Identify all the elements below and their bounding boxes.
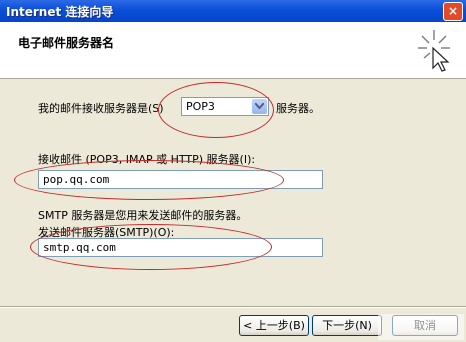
incoming-server-input[interactable]: pop.qq.com [38, 170, 323, 189]
incoming-server-value: pop.qq.com [43, 173, 110, 186]
incoming-server-type-select[interactable]: POP3 [181, 97, 269, 116]
smtp-note: SMTP 服务器是您用来发送邮件的服务器。 [38, 209, 248, 222]
combo-dropdown-button[interactable] [252, 99, 267, 114]
incoming-type-suffix: 服务器。 [276, 102, 320, 115]
next-button[interactable]: 下一步(N) [312, 315, 382, 336]
chevron-down-icon [255, 103, 264, 109]
window-title: Internet 连接向导 [6, 5, 114, 19]
page-title: 电子邮件服务器名 [18, 36, 115, 50]
outgoing-server-input[interactable]: smtp.qq.com [38, 238, 323, 257]
close-button[interactable]: × [443, 2, 463, 21]
watermark-overlay [378, 314, 464, 340]
incoming-type-label: 我的邮件接收服务器是(S) [38, 102, 164, 115]
back-button[interactable]: < 上一步(B) [239, 315, 309, 336]
outgoing-server-value: smtp.qq.com [43, 241, 116, 254]
title-bar: Internet 连接向导 × [0, 0, 466, 22]
combo-value: POP3 [186, 100, 215, 113]
wizard-sparkle-icon [418, 30, 450, 72]
incoming-server-label: 接收邮件 (POP3, IMAP 或 HTTP) 服务器(I): [38, 153, 256, 166]
footer-divider [0, 306, 466, 308]
wizard-header: 电子邮件服务器名 [0, 22, 466, 79]
